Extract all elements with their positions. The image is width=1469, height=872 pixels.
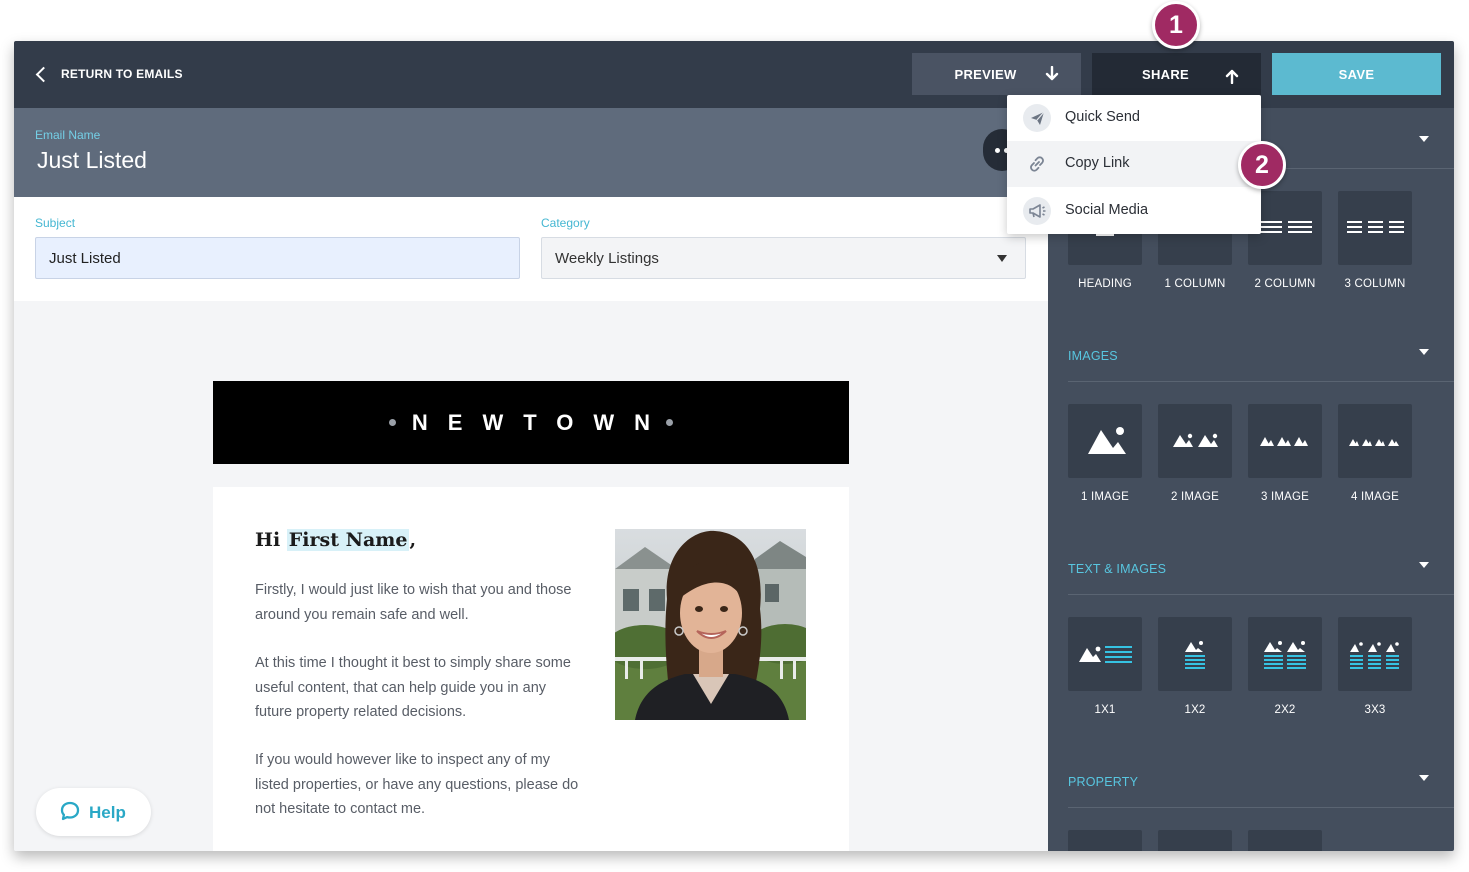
- email-canvas: NEWTOWN Hi First Name, Firstly, I would …: [14, 301, 1048, 851]
- preview-button[interactable]: PREVIEW: [912, 53, 1081, 95]
- one-image-block-tile[interactable]: [1068, 404, 1142, 478]
- tile-label: 1X1: [1094, 704, 1116, 716]
- menu-item-label: Social Media: [1065, 202, 1149, 218]
- dot-icon: [995, 148, 1000, 153]
- email-fields: Subject Just Listed Category Weekly List…: [14, 197, 1048, 301]
- tile-label: 3 IMAGE: [1260, 491, 1310, 503]
- image-text-2x2-icon: [1264, 641, 1306, 669]
- tile-label: 4 IMAGE: [1350, 491, 1400, 503]
- tile-label: HEADING: [1078, 278, 1132, 290]
- save-button[interactable]: SAVE: [1272, 53, 1441, 95]
- caret-down-icon[interactable]: [1419, 775, 1429, 781]
- link-icon: [1023, 150, 1051, 178]
- preview-label: PREVIEW: [954, 66, 1017, 82]
- section-divider: [1068, 594, 1454, 595]
- property-block-tile[interactable]: [1158, 830, 1232, 851]
- section-divider: [1068, 807, 1454, 808]
- first-name-merge-token[interactable]: First Name: [286, 529, 410, 551]
- mountain-image-icon: [1088, 427, 1126, 454]
- subject-label: Subject: [35, 216, 76, 230]
- caret-down-icon[interactable]: [1419, 562, 1429, 568]
- chevron-left-icon: [35, 66, 52, 82]
- return-to-emails-link[interactable]: RETURN TO EMAILS: [34, 63, 183, 85]
- four-image-block-tile[interactable]: [1338, 404, 1412, 478]
- three-mountains-icon: [1260, 437, 1308, 446]
- tile-label: 1 IMAGE: [1080, 491, 1130, 503]
- tile-label: 3X3: [1364, 704, 1386, 716]
- banner-text: NEWTOWN: [411, 409, 671, 435]
- greeting: Hi First Name,: [255, 529, 416, 551]
- greeting-prefix: Hi: [255, 529, 287, 551]
- property-block-tile[interactable]: [1248, 830, 1322, 851]
- caret-down-icon[interactable]: [1419, 349, 1429, 355]
- images-section-title[interactable]: IMAGES: [1068, 349, 1118, 363]
- 3x3-block-tile[interactable]: [1338, 617, 1412, 691]
- banner-dot: [388, 419, 396, 426]
- three-column-icon: [1347, 221, 1404, 233]
- category-label: Category: [541, 216, 590, 230]
- menu-item-label: Quick Send: [1065, 109, 1140, 125]
- paragraph: Firstly, I would just like to wish that …: [255, 582, 572, 623]
- email-name-label: Email Name: [35, 128, 101, 142]
- text-images-section-title[interactable]: TEXT & IMAGES: [1068, 562, 1166, 576]
- content-block[interactable]: Hi First Name, Firstly, I would just lik…: [213, 487, 849, 851]
- property-section-title[interactable]: PROPERTY: [1068, 775, 1138, 789]
- newtown-banner-block[interactable]: NEWTOWN: [213, 381, 849, 464]
- caret-down-icon[interactable]: [1419, 136, 1429, 142]
- four-mountains-icon: [1349, 439, 1399, 446]
- email-name-header: Email Name Just Listed: [14, 108, 1048, 197]
- tile-label: 2 COLUMN: [1254, 278, 1316, 290]
- tile-label: 3 COLUMN: [1344, 278, 1406, 290]
- 2x2-block-tile[interactable]: [1248, 617, 1322, 691]
- caret-down-icon: [997, 255, 1007, 262]
- paragraph: If you would however like to inspect any…: [255, 752, 579, 817]
- two-image-block-tile[interactable]: [1158, 404, 1232, 478]
- megaphone-icon: [1023, 197, 1051, 225]
- 1x1-block-tile[interactable]: [1068, 617, 1142, 691]
- property-block-tile[interactable]: [1068, 830, 1142, 851]
- paragraph: At this time I thought it best to simply…: [255, 655, 571, 720]
- tile-label: 1X2: [1184, 704, 1206, 716]
- 1x2-block-tile[interactable]: [1158, 617, 1232, 691]
- category-value: Weekly Listings: [555, 249, 659, 267]
- return-label: RETURN TO EMAILS: [61, 67, 183, 81]
- help-button[interactable]: Help: [36, 788, 151, 836]
- image-text-1x2-icon: [1185, 641, 1205, 669]
- menu-item-copy-link[interactable]: Copy Link: [1007, 141, 1261, 187]
- image-text-1x1-icon: [1079, 646, 1132, 663]
- greeting-suffix: ,: [409, 529, 417, 551]
- section-divider: [1068, 381, 1454, 382]
- menu-item-label: Copy Link: [1065, 155, 1130, 171]
- menu-item-social-media[interactable]: Social Media: [1007, 188, 1261, 234]
- callout-badge: 2: [1238, 141, 1286, 189]
- callout-badge: 1: [1152, 1, 1200, 49]
- arrow-up-icon: [1225, 69, 1239, 84]
- agent-photo[interactable]: [615, 529, 806, 720]
- three-column-block-tile[interactable]: [1338, 191, 1412, 265]
- category-select[interactable]: Weekly Listings: [541, 237, 1026, 279]
- share-label: SHARE: [1141, 66, 1189, 82]
- menu-item-quick-send[interactable]: Quick Send: [1007, 95, 1261, 141]
- two-mountains-icon: [1173, 433, 1218, 447]
- tile-label: 2 IMAGE: [1170, 491, 1220, 503]
- banner-dot: [666, 419, 674, 426]
- share-dropdown-menu: Quick Send Copy Link Social Media: [1007, 95, 1261, 234]
- agent-portrait-image: [615, 529, 806, 720]
- tile-label: 2X2: [1274, 704, 1296, 716]
- tile-label: 1 COLUMN: [1164, 278, 1226, 290]
- three-image-block-tile[interactable]: [1248, 404, 1322, 478]
- email-name-value[interactable]: Just Listed: [37, 147, 147, 174]
- arrow-down-icon: [1045, 66, 1059, 81]
- save-label: SAVE: [1338, 66, 1375, 82]
- subject-input[interactable]: Just Listed: [35, 237, 520, 279]
- chat-bubble-icon: [60, 801, 80, 821]
- image-text-3x3-icon: [1350, 642, 1399, 669]
- help-label: Help: [89, 803, 126, 822]
- share-button[interactable]: SHARE: [1092, 53, 1261, 95]
- paper-plane-icon: [1023, 104, 1051, 132]
